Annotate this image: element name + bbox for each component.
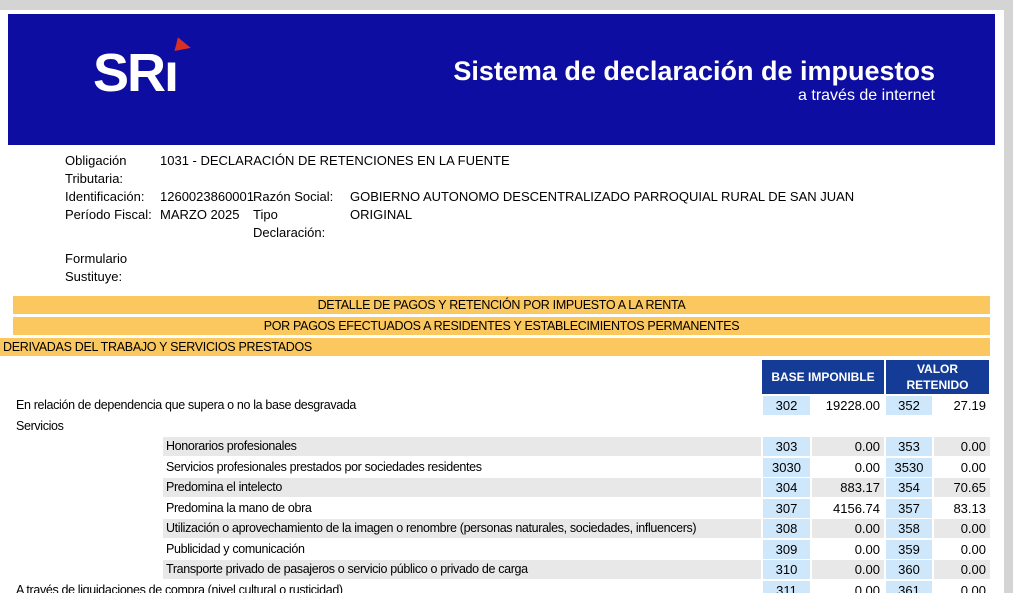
- row-code-base: 302: [763, 396, 810, 415]
- row-valor-value: 0.00: [934, 519, 990, 538]
- row-label: En relación de dependencia que supera o …: [13, 396, 761, 415]
- obligacion-label: Obligación Tributaria:: [65, 152, 160, 188]
- sri-logo: SRı: [93, 46, 177, 100]
- row-base-value: 0.00: [812, 437, 884, 456]
- row-code-base: 3030: [763, 458, 810, 477]
- table-row: Honorarios profesionales 303 0.00 353 0.…: [0, 437, 990, 456]
- periodo-value: MARZO 2025: [160, 206, 253, 224]
- tipo-declaracion-value: ORIGINAL: [350, 206, 995, 224]
- meta-row-formulario: Formulario Sustituye:: [65, 250, 995, 286]
- table-row: Predomina el intelecto 304 883.17 354 70…: [0, 478, 990, 497]
- row-base-value: 0.00: [812, 581, 884, 593]
- column-header-valor-retenido: VALOR RETENIDO: [886, 360, 989, 394]
- identificacion-value: 1260023860001: [160, 188, 253, 206]
- razon-social-value: GOBIERNO AUTONOMO DESCENTRALIZADO PARROQ…: [350, 188, 995, 206]
- app-title-block: Sistema de declaración de impuestos a tr…: [453, 56, 935, 105]
- sri-logo-flag-icon: [175, 37, 193, 54]
- row-code-base: 304: [763, 478, 810, 497]
- obligacion-value: 1031 - DECLARACIÓN DE RETENCIONES EN LA …: [160, 152, 995, 170]
- row-valor-value: 0.00: [934, 560, 990, 579]
- periodo-label: Período Fiscal:: [65, 206, 160, 224]
- row-valor-value: 0.00: [934, 540, 990, 559]
- row-valor-value: 0.00: [934, 581, 990, 593]
- row-base-value: 0.00: [812, 458, 884, 477]
- row-label: Predomina la mano de obra: [163, 499, 761, 518]
- sri-logo-i: ı: [164, 46, 177, 100]
- row-label: Transporte privado de pasajeros o servic…: [163, 560, 761, 579]
- table-row: Servicios profesionales prestados por so…: [0, 458, 990, 477]
- window-frame-right: [1004, 0, 1013, 593]
- razon-social-label: Razón Social:: [253, 188, 350, 206]
- row-base-value: 883.17: [812, 478, 884, 497]
- table-row: Transporte privado de pasajeros o servic…: [0, 560, 990, 579]
- row-label: Publicidad y comunicación: [163, 540, 761, 559]
- sri-logo-text: SR: [93, 43, 164, 103]
- row-label: Utilización o aprovechamiento de la imag…: [163, 519, 761, 538]
- row-base-value: 0.00: [812, 560, 884, 579]
- table-row: En relación de dependencia que supera o …: [0, 396, 990, 415]
- row-code-base: 307: [763, 499, 810, 518]
- row-code-retenido: 359: [886, 540, 932, 559]
- row-code-retenido: 352: [886, 396, 932, 415]
- header-banner: SRı Sistema de declaración de impuestos …: [8, 14, 995, 145]
- table-row: Publicidad y comunicación 309 0.00 359 0…: [0, 540, 990, 559]
- table-row: Predomina la mano de obra 307 4156.74 35…: [0, 499, 990, 518]
- row-label: A través de liquidaciones de compra (niv…: [13, 581, 761, 593]
- row-base-value: 4156.74: [812, 499, 884, 518]
- table-row: A través de liquidaciones de compra (niv…: [0, 581, 990, 593]
- meta-row-obligacion: Obligación Tributaria: 1031 - DECLARACIÓ…: [65, 152, 995, 188]
- row-code-base: 311: [763, 581, 810, 593]
- tipo-declaracion-label: Tipo Declaración:: [253, 206, 350, 242]
- meta-row-periodo: Período Fiscal: MARZO 2025 Tipo Declarac…: [65, 206, 995, 242]
- table-row: Utilización o aprovechamiento de la imag…: [0, 519, 990, 538]
- row-label: Predomina el intelecto: [163, 478, 761, 497]
- section-bar-derivadas-trabajo: DERIVADAS DEL TRABAJO Y SERVICIOS PRESTA…: [0, 338, 990, 356]
- row-code-retenido: 360: [886, 560, 932, 579]
- row-code-base: 308: [763, 519, 810, 538]
- row-base-value: 0.00: [812, 519, 884, 538]
- row-code-base: 303: [763, 437, 810, 456]
- section-bar-pagos-residentes: POR PAGOS EFECTUADOS A RESIDENTES Y ESTA…: [13, 317, 990, 335]
- row-label: Honorarios profesionales: [163, 437, 761, 456]
- formulario-sustituye-label: Formulario Sustituye:: [65, 250, 160, 286]
- column-header-base-imponible: BASE IMPONIBLE: [762, 360, 884, 394]
- row-code-retenido: 361: [886, 581, 932, 593]
- app-subtitle: a través de internet: [453, 86, 935, 105]
- table-row: Servicios: [0, 417, 990, 436]
- window-frame-top: [0, 0, 1013, 10]
- row-valor-value: 0.00: [934, 458, 990, 477]
- row-base-value: 0.00: [812, 540, 884, 559]
- row-code-retenido: 3530: [886, 458, 932, 477]
- row-code-retenido: 353: [886, 437, 932, 456]
- row-code-base: 310: [763, 560, 810, 579]
- row-label: Servicios: [13, 417, 761, 436]
- row-label: Servicios profesionales prestados por so…: [163, 458, 761, 477]
- table-rows: En relación de dependencia que supera o …: [0, 396, 990, 593]
- row-code-retenido: 354: [886, 478, 932, 497]
- row-base-value: 19228.00: [812, 396, 884, 415]
- row-valor-value: 70.65: [934, 478, 990, 497]
- declaration-meta: Obligación Tributaria: 1031 - DECLARACIÓ…: [65, 152, 995, 286]
- section-bar-detalle: DETALLE DE PAGOS Y RETENCIÓN POR IMPUEST…: [13, 296, 990, 314]
- identificacion-label: Identificación:: [65, 188, 160, 206]
- row-valor-value: 83.13: [934, 499, 990, 518]
- row-valor-value: 27.19: [934, 396, 990, 415]
- row-code-base: 309: [763, 540, 810, 559]
- meta-row-identificacion: Identificación: 1260023860001 Razón Soci…: [65, 188, 995, 206]
- row-valor-value: 0.00: [934, 437, 990, 456]
- app-title: Sistema de declaración de impuestos: [453, 56, 935, 86]
- page: SRı Sistema de declaración de impuestos …: [0, 0, 1013, 593]
- row-code-retenido: 358: [886, 519, 932, 538]
- row-code-retenido: 357: [886, 499, 932, 518]
